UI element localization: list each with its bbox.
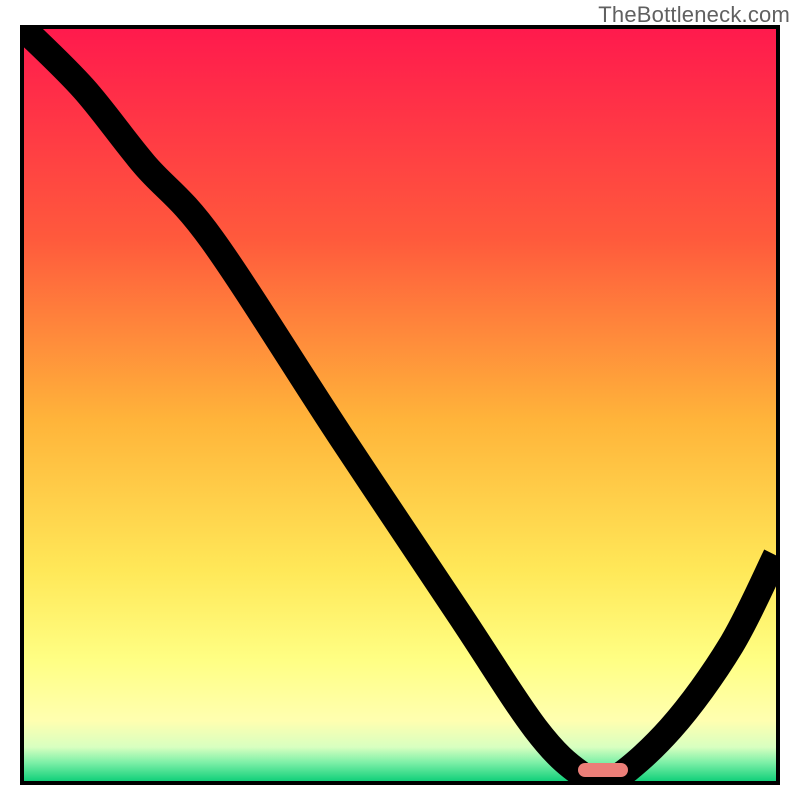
- chart-root: TheBottleneck.com: [0, 0, 800, 800]
- optimal-marker: [578, 763, 628, 777]
- bottleneck-curve: [24, 29, 776, 781]
- watermark-text: TheBottleneck.com: [598, 2, 790, 28]
- plot-area: [20, 25, 780, 785]
